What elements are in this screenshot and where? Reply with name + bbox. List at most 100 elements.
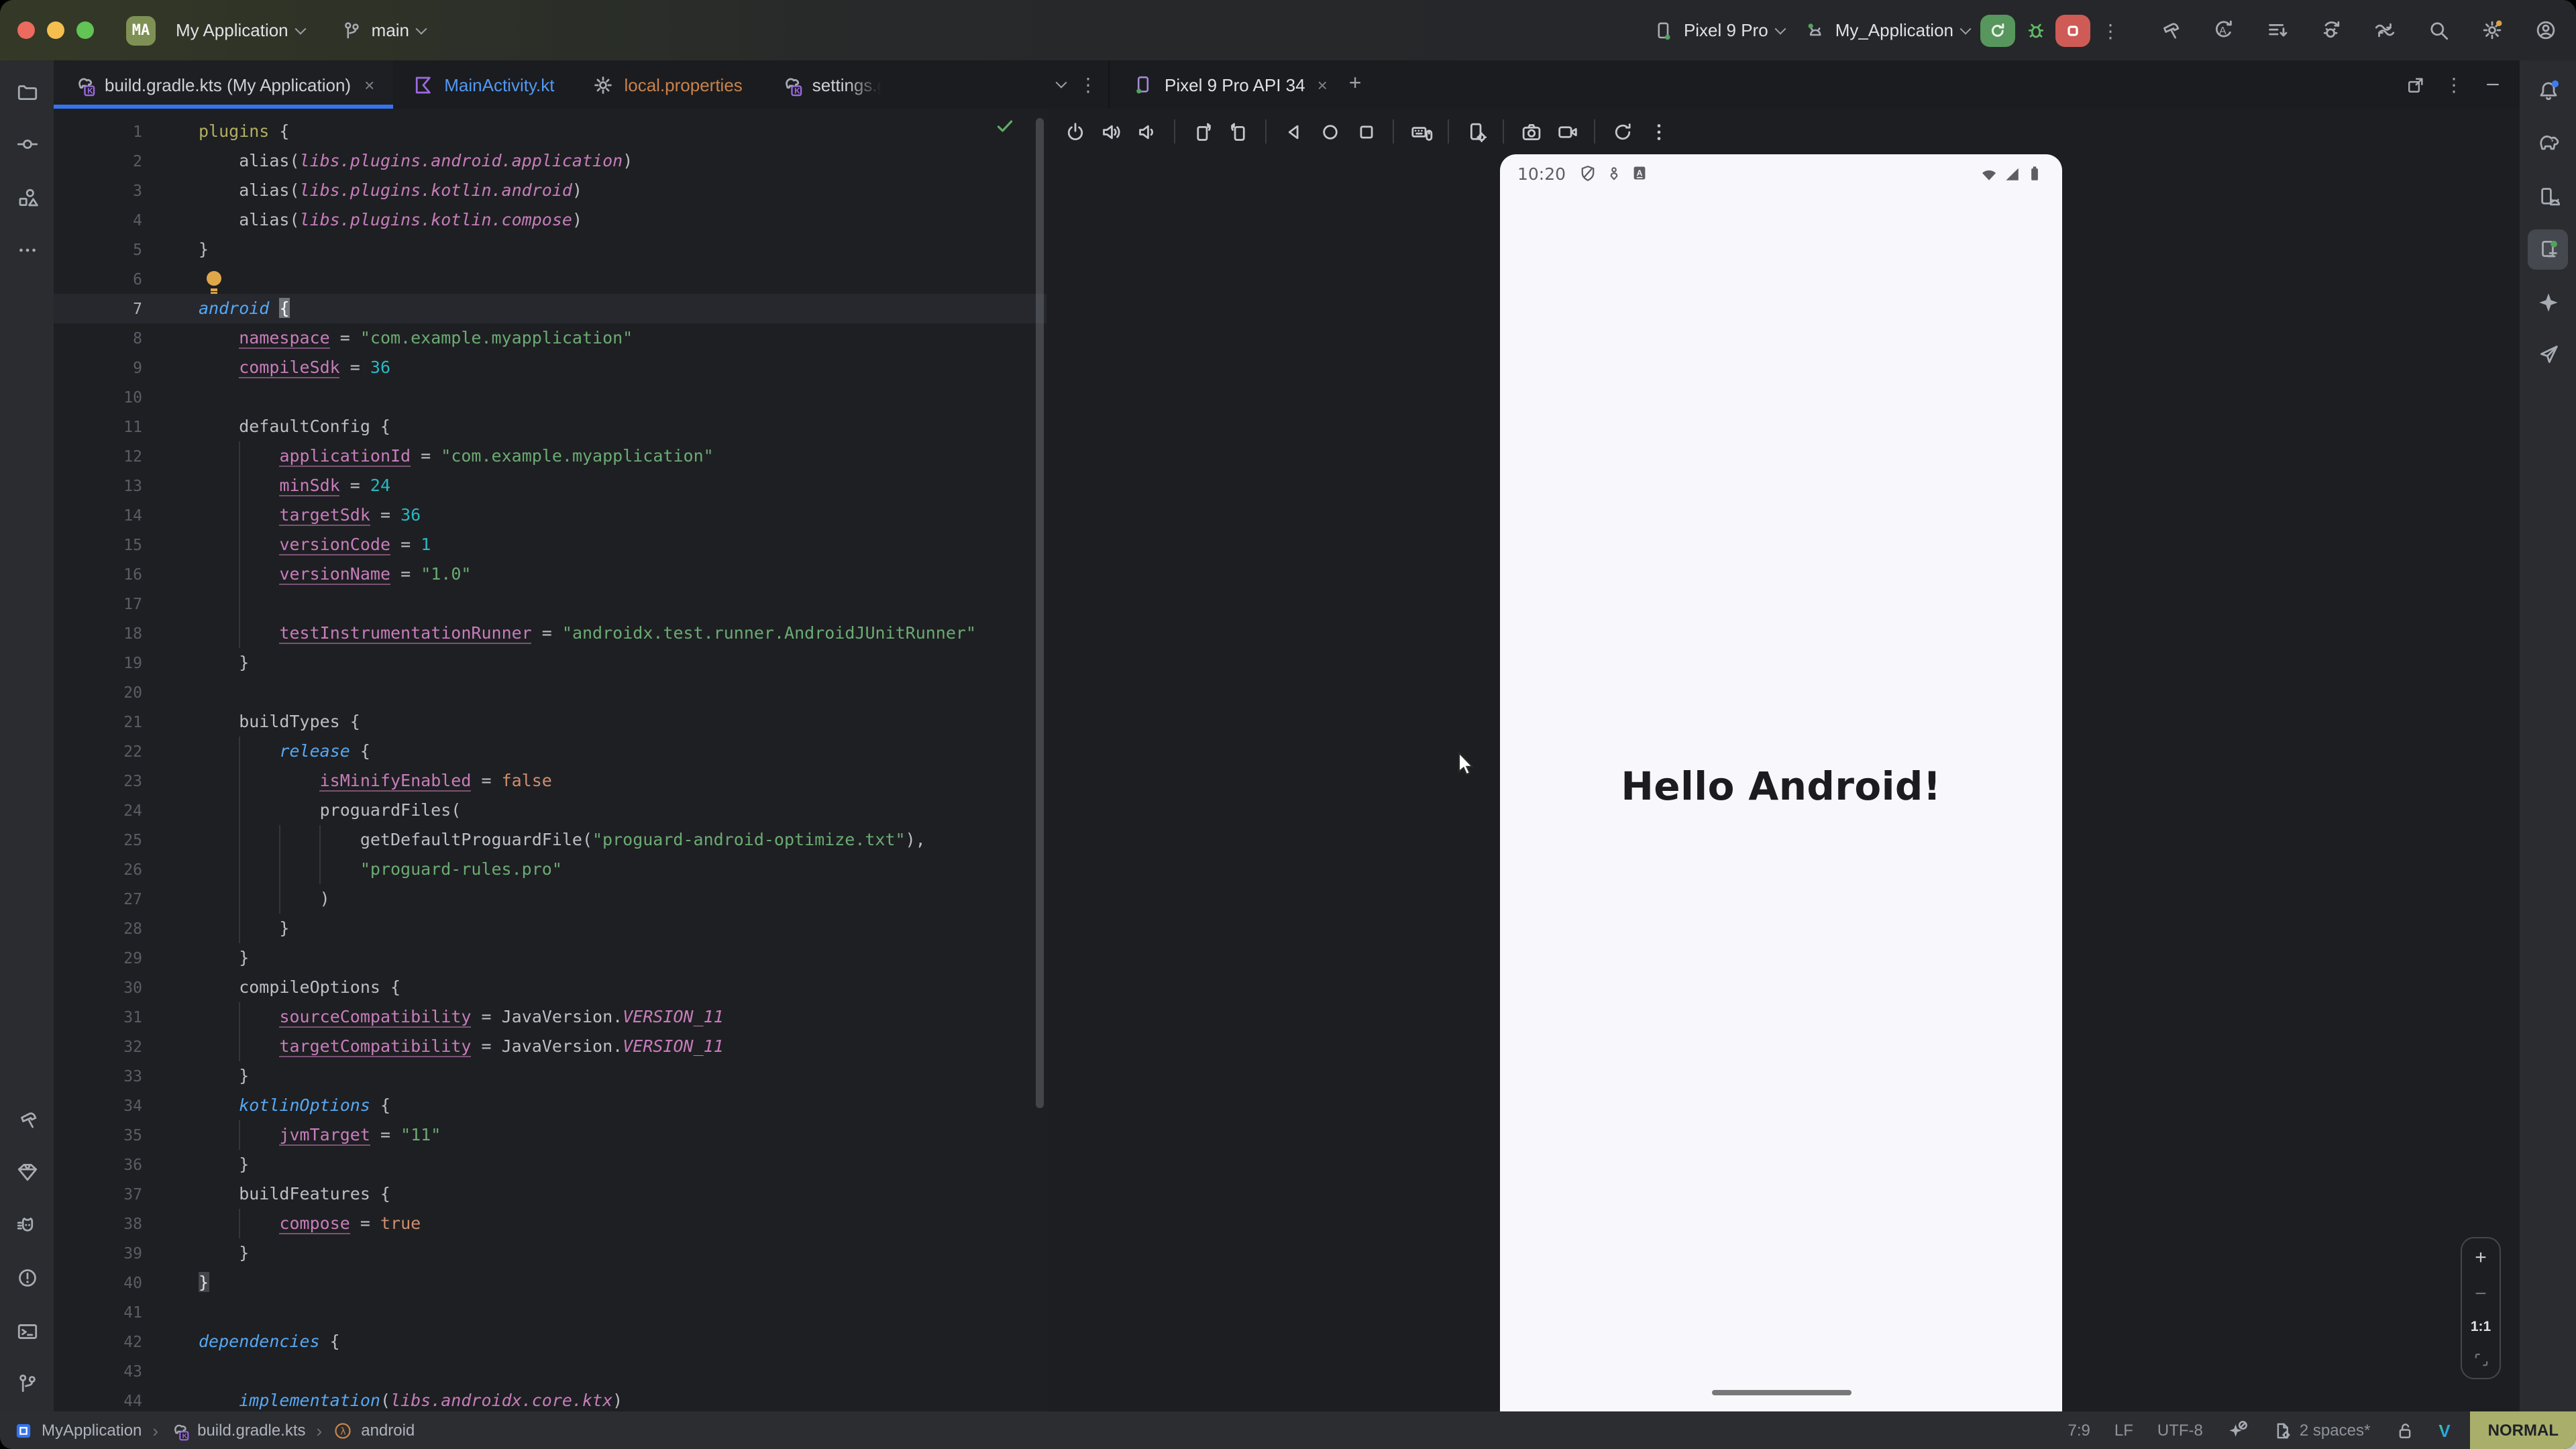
back-icon[interactable]	[1277, 115, 1309, 148]
volume-down-icon[interactable]	[1131, 115, 1163, 148]
code-text[interactable]: compileOptions {	[199, 973, 1046, 1002]
panel-options-icon[interactable]: ⋮	[2445, 75, 2463, 94]
line-number[interactable]: 7	[54, 294, 199, 323]
code-text[interactable]: buildTypes {	[199, 707, 1046, 737]
reset-icon[interactable]	[1606, 115, 1638, 148]
line-number[interactable]: 42	[54, 1327, 199, 1356]
indent-config[interactable]: 2 spaces*	[2261, 1420, 2382, 1440]
zoom-in-button[interactable]: +	[2475, 1248, 2487, 1268]
code-text[interactable]	[199, 1356, 1046, 1386]
code-text[interactable]: }	[199, 648, 1046, 678]
debug-button[interactable]	[2018, 13, 2053, 48]
breadcrumb-item[interactable]: build.gradle.kts	[197, 1421, 305, 1440]
line-number[interactable]: 6	[54, 264, 199, 294]
vim-mode-badge[interactable]: NORMAL	[2471, 1411, 2576, 1449]
debug-restart-icon[interactable]	[2313, 13, 2348, 48]
tab-build.gradle.kts[interactable]: Kbuild.gradle.kts (My Application)×	[54, 60, 393, 109]
code-text[interactable]: kotlinOptions {	[199, 1091, 1046, 1120]
code-text[interactable]: namespace = "com.example.myapplication"	[199, 323, 1046, 353]
traffic-lights[interactable]	[17, 21, 94, 39]
plane-icon[interactable]	[2528, 335, 2568, 375]
file-encoding[interactable]: UTF-8	[2145, 1421, 2215, 1440]
more-vertical-icon[interactable]	[1642, 115, 1674, 148]
tab-options-icon[interactable]: ⋮	[1079, 75, 1097, 94]
code-text[interactable]: sourceCompatibility = JavaVersion.VERSIO…	[199, 1002, 1046, 1032]
line-number[interactable]: 12	[54, 441, 199, 471]
hide-panel-icon[interactable]	[2479, 71, 2506, 98]
more-horizontal-icon[interactable]	[7, 230, 47, 270]
line-number[interactable]: 14	[54, 500, 199, 530]
code-text[interactable]	[199, 678, 1046, 707]
code-text[interactable]: }	[199, 1061, 1046, 1091]
zoom-window-button[interactable]	[76, 21, 94, 39]
ai-assist-off-icon[interactable]	[2215, 1419, 2261, 1441]
code-text[interactable]	[199, 589, 1046, 619]
editor-scrollbar[interactable]	[1036, 118, 1044, 1108]
stop-button[interactable]	[2055, 14, 2090, 46]
code-text[interactable]: }	[199, 1150, 1046, 1179]
project-folder-icon[interactable]	[7, 71, 47, 111]
tab-MainActivity.kt[interactable]: MainActivity.kt	[393, 60, 573, 109]
line-number[interactable]: 17	[54, 589, 199, 619]
gemini-sparkle-icon[interactable]	[2528, 282, 2568, 322]
code-text[interactable]: versionName = "1.0"	[199, 559, 1046, 589]
code-text[interactable]: targetSdk = 36	[199, 500, 1046, 530]
line-number[interactable]: 18	[54, 619, 199, 648]
hidden-tabs-chevron-icon[interactable]	[1056, 77, 1067, 89]
code-text[interactable]: defaultConfig {	[199, 412, 1046, 441]
new-device-tab-button[interactable]: +	[1338, 72, 1373, 97]
line-number[interactable]: 3	[54, 176, 199, 205]
code-text[interactable]: testInstrumentationRunner = "androidx.te…	[199, 619, 1046, 648]
line-number[interactable]: 1	[54, 117, 199, 146]
minimize-window-button[interactable]	[47, 21, 64, 39]
zoom-out-button[interactable]: −	[2475, 1283, 2487, 1303]
code-text[interactable]: compose = true	[199, 1209, 1046, 1238]
line-number[interactable]: 25	[54, 825, 199, 855]
line-number[interactable]: 44	[54, 1386, 199, 1411]
structure-shapes-icon[interactable]	[7, 177, 47, 217]
line-number[interactable]: 13	[54, 471, 199, 500]
line-number[interactable]: 35	[54, 1120, 199, 1150]
code-text[interactable]	[199, 1297, 1046, 1327]
line-number[interactable]: 24	[54, 796, 199, 825]
line-number[interactable]: 38	[54, 1209, 199, 1238]
rerun-button[interactable]	[1980, 14, 2015, 46]
code-text[interactable]: versionCode = 1	[199, 530, 1046, 559]
code-lines[interactable]: 1plugins {2 alias(libs.plugins.android.a…	[54, 109, 1046, 1411]
line-number[interactable]: 16	[54, 559, 199, 589]
notifications-bell-icon[interactable]	[2528, 70, 2568, 110]
device-settings-icon[interactable]	[1460, 115, 1492, 148]
line-number[interactable]: 20	[54, 678, 199, 707]
code-text[interactable]: jvmTarget = "11"	[199, 1120, 1046, 1150]
rotate-right-icon[interactable]	[1222, 115, 1254, 148]
line-number[interactable]: 28	[54, 914, 199, 943]
code-text[interactable]: implementation(libs.androidx.core.ktx)	[199, 1386, 1046, 1411]
code-text[interactable]: isMinifyEnabled = false	[199, 766, 1046, 796]
line-number[interactable]: 36	[54, 1150, 199, 1179]
code-text[interactable]: }	[199, 943, 1046, 973]
running-devices-icon[interactable]	[2528, 229, 2568, 269]
git-branch-icon[interactable]	[7, 1364, 47, 1404]
run-list-icon[interactable]	[2259, 13, 2294, 48]
line-number[interactable]: 11	[54, 412, 199, 441]
close-icon[interactable]: ×	[364, 74, 374, 95]
code-text[interactable]: release {	[199, 737, 1046, 766]
code-text[interactable]: )	[199, 884, 1046, 914]
code-text[interactable]: "proguard-rules.pro"	[199, 855, 1046, 884]
code-text[interactable]: }	[199, 1268, 1046, 1297]
commit-icon[interactable]	[7, 124, 47, 164]
line-number[interactable]: 30	[54, 973, 199, 1002]
open-in-window-icon[interactable]	[2402, 71, 2428, 98]
line-number[interactable]: 29	[54, 943, 199, 973]
rotate-left-icon[interactable]	[1186, 115, 1218, 148]
device-tab[interactable]: Pixel 9 Pro API 34 ×	[1120, 72, 1338, 97]
line-number[interactable]: 43	[54, 1356, 199, 1386]
line-number[interactable]: 39	[54, 1238, 199, 1268]
caret-position[interactable]: 7:9	[2056, 1421, 2102, 1440]
ideavim-icon[interactable]: V	[2426, 1420, 2462, 1440]
project-selector[interactable]: My Application	[168, 15, 313, 46]
code-text[interactable]: plugins {	[199, 117, 1046, 146]
intention-bulb-icon[interactable]	[207, 271, 221, 286]
line-number[interactable]: 10	[54, 382, 199, 412]
build-hammer-icon[interactable]	[2152, 13, 2187, 48]
